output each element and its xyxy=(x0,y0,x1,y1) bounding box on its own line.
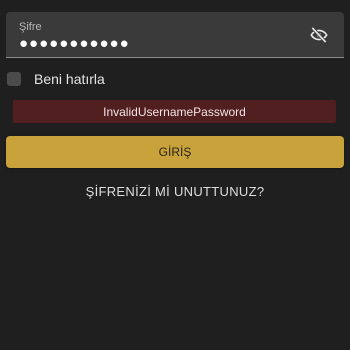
toggle-password-visibility-button[interactable] xyxy=(308,24,330,46)
password-field-label: Şifre xyxy=(19,21,42,33)
login-button[interactable]: GİRİŞ xyxy=(6,136,344,168)
eye-off-icon xyxy=(310,26,328,44)
remember-me-label: Beni hatırla xyxy=(34,71,105,87)
password-input[interactable]: ●●●●●●●●●●● xyxy=(19,36,130,52)
remember-me[interactable]: Beni hatırla xyxy=(7,69,105,89)
password-field[interactable]: Şifre ●●●●●●●●●●● xyxy=(6,12,344,58)
forgot-password-link[interactable]: ŞİFRENİZİ Mİ UNUTTUNUZ? xyxy=(0,184,350,199)
error-banner: InvalidUsernamePassword xyxy=(13,100,336,123)
error-message: InvalidUsernamePassword xyxy=(103,104,246,119)
remember-me-checkbox[interactable] xyxy=(7,72,21,86)
login-button-label: GİRİŞ xyxy=(158,145,192,159)
